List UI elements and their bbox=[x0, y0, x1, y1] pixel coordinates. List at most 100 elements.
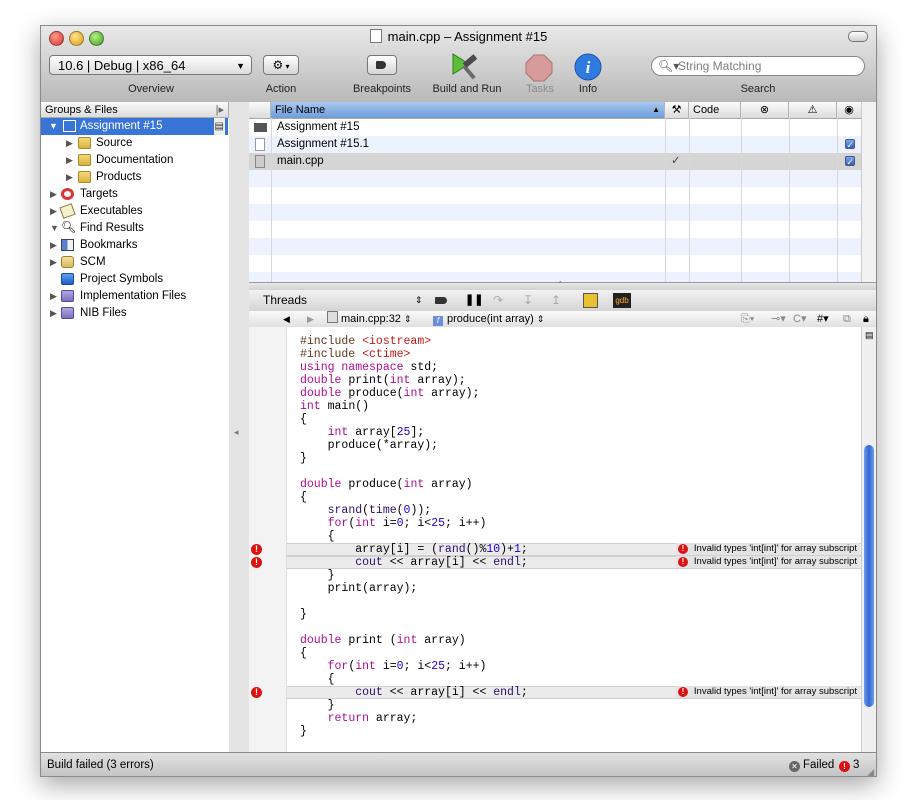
breakpoints-menu-icon[interactable]: ⊸▾ bbox=[771, 311, 786, 327]
code-line[interactable]: { bbox=[300, 673, 335, 686]
go-back-icon[interactable]: ◀ bbox=[283, 311, 290, 327]
code-line[interactable]: } bbox=[300, 725, 307, 738]
disclosure-open-icon[interactable]: ▼ bbox=[49, 118, 58, 135]
sidebar-item-documentation[interactable]: ▶ Documentation bbox=[41, 152, 228, 169]
step-into-icon[interactable]: ↧ bbox=[523, 290, 533, 311]
disclosure-closed-icon[interactable]: ▶ bbox=[66, 152, 73, 169]
code-column-header[interactable]: Code bbox=[689, 102, 741, 118]
go-forward-icon[interactable]: ▶ bbox=[307, 311, 314, 327]
code-line[interactable]: cout << array[i] << endl; bbox=[300, 556, 528, 569]
sidebar-item-targets[interactable]: ▶ Targets bbox=[41, 186, 228, 203]
bookmarks-menu-icon[interactable]: ⎘▾ bbox=[741, 311, 754, 327]
split-toggle-icon[interactable]: |▸ bbox=[216, 102, 224, 118]
code-line[interactable]: #include <ctime> bbox=[300, 348, 410, 361]
disclosure-closed-icon[interactable]: ▶ bbox=[66, 135, 73, 152]
editor-scrollbar[interactable]: ▤ bbox=[861, 327, 876, 752]
popup-arrows-icon[interactable]: ⇕ bbox=[415, 290, 423, 311]
sidebar-item-project[interactable]: ▼ Assignment #15 ▤ bbox=[41, 118, 228, 135]
code-line[interactable]: double print (int array) bbox=[300, 634, 466, 647]
splitter-handle-icon[interactable]: ◂ bbox=[234, 427, 239, 438]
overview-popup[interactable]: 10.6 | Debug | x86_64 ▼ bbox=[49, 55, 252, 75]
error-message-bubble[interactable]: ! Invalid types 'int[int]' for array subs… bbox=[675, 543, 859, 555]
breakpoints-button[interactable] bbox=[367, 55, 397, 75]
split-editor-icon[interactable]: ⧉ bbox=[843, 311, 851, 327]
debugger-window-icon[interactable] bbox=[583, 293, 598, 308]
table-row[interactable]: Assignment #15.1 ✓ bbox=[249, 136, 861, 153]
code-line[interactable]: return array; bbox=[300, 712, 418, 725]
error-message-bubble[interactable]: ! Invalid types 'int[int]' for array subs… bbox=[675, 686, 859, 698]
stop-tasks-icon[interactable] bbox=[525, 54, 553, 82]
error-count-badge[interactable]: ! 3 bbox=[839, 753, 859, 776]
build-and-run-icon[interactable] bbox=[449, 50, 485, 82]
code-line[interactable]: produce(*array); bbox=[300, 439, 438, 452]
code-line[interactable]: double produce(int array); bbox=[300, 387, 479, 400]
code-line[interactable]: int array[25]; bbox=[300, 426, 425, 439]
resize-grip-icon[interactable]: ◢ bbox=[867, 767, 874, 776]
disclosure-closed-icon[interactable]: ▶ bbox=[50, 186, 57, 203]
errors-column-header[interactable]: ⊗ bbox=[741, 102, 789, 118]
function-popup[interactable]: f produce(int array) ⇕ bbox=[433, 311, 544, 327]
code-line[interactable]: using namespace std; bbox=[300, 361, 438, 374]
action-button[interactable]: ⚙ ▾ bbox=[263, 55, 299, 75]
gutter-error-icon[interactable]: ! bbox=[251, 544, 262, 555]
disclosure-closed-icon[interactable]: ▶ bbox=[50, 254, 57, 271]
sidebar-item-source[interactable]: ▶ Source bbox=[41, 135, 228, 152]
step-out-icon[interactable]: ↥ bbox=[551, 290, 561, 311]
code-line[interactable]: cout << array[i] << endl; bbox=[300, 686, 528, 699]
search-field[interactable]: 🔍︎▾ String Matching bbox=[651, 56, 865, 76]
disclosure-closed-icon[interactable]: ▶ bbox=[66, 169, 73, 186]
file-table-scrollbar[interactable] bbox=[861, 102, 876, 282]
step-over-icon[interactable]: ↷ bbox=[493, 290, 503, 311]
lock-icon[interactable]: 🔒︎ bbox=[863, 311, 869, 327]
code-line[interactable]: } bbox=[300, 608, 307, 621]
divider-handle-icon[interactable]: ⌃ bbox=[557, 280, 564, 289]
disclosure-closed-icon[interactable]: ▶ bbox=[50, 288, 57, 305]
code-line[interactable]: int main() bbox=[300, 400, 369, 413]
sidebar-item-find-results[interactable]: ▼ 🔍︎ Find Results bbox=[41, 220, 228, 237]
code-line[interactable]: #include <iostream> bbox=[300, 335, 431, 348]
pragma-menu-button[interactable]: #▾ bbox=[817, 311, 829, 327]
build-result[interactable]: ✕ Failed bbox=[789, 753, 834, 776]
target-checkbox[interactable]: ✓ bbox=[845, 139, 855, 150]
sidebar-item-project-symbols[interactable]: Project Symbols bbox=[41, 271, 228, 288]
file-name-column-header[interactable]: File Name ▲ bbox=[271, 102, 665, 118]
disclosure-closed-icon[interactable]: ▶ bbox=[50, 237, 57, 254]
code-line[interactable]: for(int i=0; i<25; i++) bbox=[300, 660, 487, 673]
table-row[interactable]: main.cpp ✓ ✓ bbox=[249, 153, 861, 170]
breakpoint-toggle-icon[interactable] bbox=[435, 297, 447, 304]
disclosure-closed-icon[interactable]: ▶ bbox=[50, 203, 57, 220]
code-line[interactable]: } bbox=[300, 699, 335, 712]
sidebar-item-products[interactable]: ▶ Products bbox=[41, 169, 228, 186]
code-line[interactable]: { bbox=[300, 530, 335, 543]
code-line[interactable]: print(array); bbox=[300, 582, 418, 595]
code-line[interactable]: { bbox=[300, 647, 307, 660]
target-column-header[interactable]: ◉ bbox=[837, 102, 861, 118]
sidebar-splitter[interactable]: ◂ bbox=[229, 102, 250, 752]
disclosure-open-icon[interactable]: ▼ bbox=[50, 220, 59, 237]
editor-gutter[interactable]: !!! bbox=[249, 327, 287, 752]
error-message-bubble[interactable]: ! Invalid types 'int[int]' for array subs… bbox=[675, 556, 859, 568]
code-line[interactable]: } bbox=[300, 452, 307, 465]
code-line[interactable]: srand(time(0)); bbox=[300, 504, 432, 517]
sidebar-item-executables[interactable]: ▶ Executables bbox=[41, 203, 228, 220]
code-line[interactable]: for(int i=0; i<25; i++) bbox=[300, 517, 487, 530]
file-type-column-header[interactable] bbox=[249, 102, 271, 118]
counterpart-button[interactable]: C▾ bbox=[793, 311, 806, 327]
threads-popup[interactable]: Threads bbox=[263, 290, 307, 311]
pause-icon[interactable]: ❚❚ bbox=[465, 290, 483, 311]
sidebar-item-bookmarks[interactable]: ▶ Bookmarks bbox=[41, 237, 228, 254]
code-line[interactable]: { bbox=[300, 491, 307, 504]
code-line[interactable]: } bbox=[300, 569, 335, 582]
gutter-error-icon[interactable]: ! bbox=[251, 687, 262, 698]
file-history-popup[interactable]: main.cpp:32 ⇕ bbox=[327, 311, 412, 327]
disclosure-closed-icon[interactable]: ▶ bbox=[50, 305, 57, 322]
info-icon[interactable]: i bbox=[574, 53, 602, 81]
scrollbar-thumb[interactable] bbox=[864, 445, 874, 707]
gdb-console-icon[interactable]: gdb bbox=[613, 293, 631, 308]
code-line[interactable]: array[i] = (rand()%10)+1; bbox=[300, 543, 528, 556]
sidebar-item-implementation-files[interactable]: ▶ Implementation Files bbox=[41, 288, 228, 305]
sidebar-item-scm[interactable]: ▶ SCM bbox=[41, 254, 228, 271]
build-column-header[interactable]: ⚒ bbox=[665, 102, 689, 118]
code-line[interactable]: double produce(int array) bbox=[300, 478, 473, 491]
sidebar-item-nib-files[interactable]: ▶ NIB Files bbox=[41, 305, 228, 322]
